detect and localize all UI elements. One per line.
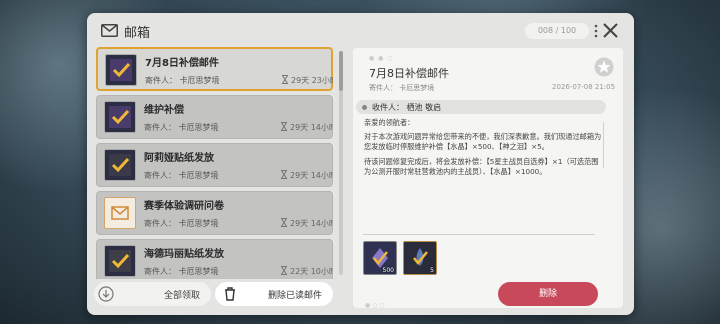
hourglass-icon bbox=[281, 218, 287, 227]
mail-item-time: 22天 10小时 bbox=[290, 267, 333, 276]
delete-button[interactable]: 删除 bbox=[498, 282, 598, 306]
reward-check-icon bbox=[104, 149, 136, 181]
mail-item-0[interactable]: 7月8日补偿邮件 寄件人： 卡厄思梦境 29天 23小时 bbox=[96, 47, 333, 91]
mail-item-2[interactable]: 阿莉娅贴纸发放 寄件人： 卡厄思梦境 29天 14小时 bbox=[96, 143, 333, 187]
mail-list: 7月8日补偿邮件 寄件人： 卡厄思梦境 29天 23小时 维护补偿 寄件人： 卡… bbox=[96, 47, 333, 279]
bullet-icon bbox=[362, 105, 367, 110]
mail-item-sender: 寄件人： 卡厄思梦境 bbox=[144, 123, 219, 132]
detail-divider bbox=[603, 122, 604, 168]
mail-item-title: 海德玛丽贴纸发放 bbox=[144, 249, 224, 260]
decor-dots: ● ● ○ bbox=[369, 55, 394, 62]
mail-icon bbox=[101, 24, 118, 37]
decor-dots: ● ○ ○ bbox=[365, 302, 385, 309]
detail-sender: 寄件人： 卡厄思梦境 bbox=[369, 84, 435, 92]
delete-read-button[interactable]: 删除已读邮件 bbox=[215, 282, 333, 306]
close-icon[interactable] bbox=[602, 22, 619, 39]
recipient-bar: 收件人： 栖池 敬启 bbox=[356, 100, 606, 114]
delete-read-label: 删除已读邮件 bbox=[268, 291, 323, 301]
reward-check-icon bbox=[104, 101, 136, 133]
download-icon bbox=[98, 286, 114, 302]
claim-all-button[interactable]: 全部领取 bbox=[94, 282, 211, 306]
mail-item-title: 维护补偿 bbox=[144, 105, 184, 116]
mail-item-sender: 寄件人： 卡厄思梦境 bbox=[144, 219, 219, 228]
attachments-divider bbox=[363, 234, 595, 235]
mail-body: 亲爱的领航者： 对于本次游戏问题异常给您带来的不便，我们深表歉意。我们现通过邮箱… bbox=[364, 118, 602, 181]
tear-reward-icon[interactable]: 5 bbox=[403, 241, 437, 275]
hourglass-icon bbox=[282, 75, 288, 84]
body-paragraph-1: 对于本次游戏问题异常给您带来的不便，我们深表歉意。我们现通过邮箱为您发放临时停服… bbox=[364, 132, 602, 152]
attachment-count: 500 bbox=[382, 267, 394, 274]
mail-item-title: 7月8日补偿邮件 bbox=[145, 58, 219, 69]
mail-item-time: 29天 23小时 bbox=[291, 76, 333, 85]
mail-item-sender: 寄件人： 卡厄思梦境 bbox=[144, 267, 219, 276]
reward-check-icon bbox=[104, 245, 136, 277]
detail-title: 7月8日补偿邮件 bbox=[369, 67, 449, 80]
mail-item-title: 赛季体验调研问卷 bbox=[144, 201, 224, 212]
mailbox-header: 邮箱 008 / 100 bbox=[87, 13, 634, 47]
mail-count: 008 / 100 bbox=[525, 23, 589, 39]
crystal-reward-icon[interactable]: 500 bbox=[363, 241, 397, 275]
mail-item-1[interactable]: 维护补偿 寄件人： 卡厄思梦境 29天 14小时 bbox=[96, 95, 333, 139]
body-greeting: 亲爱的领航者： bbox=[364, 118, 415, 127]
mail-item-time: 29天 14小时 bbox=[290, 219, 333, 228]
mail-item-title: 阿莉娅贴纸发放 bbox=[144, 153, 214, 164]
trash-icon bbox=[225, 287, 235, 301]
hourglass-icon bbox=[281, 122, 287, 131]
mail-item-sender: 寄件人： 卡厄思梦境 bbox=[145, 76, 220, 85]
mail-item-time: 29天 14小时 bbox=[290, 171, 333, 180]
mailbox-panel: 邮箱 008 / 100 7月8日补偿邮件 寄件人： 卡厄思梦境 29天 23小… bbox=[87, 13, 634, 315]
mail-detail: ● ● ○ 7月8日补偿邮件 寄件人： 卡厄思梦境 2026-07-08 21:… bbox=[353, 48, 623, 309]
mail-item-3[interactable]: 赛季体验调研问卷 寄件人： 卡厄思梦境 29天 14小时 bbox=[96, 191, 333, 235]
scrollbar-thumb[interactable] bbox=[339, 51, 343, 91]
star-icon[interactable] bbox=[594, 57, 614, 77]
mail-list-scrollbar[interactable] bbox=[339, 51, 343, 275]
envelope-icon bbox=[104, 197, 136, 229]
mail-item-4[interactable]: 海德玛丽贴纸发放 寄件人： 卡厄思梦境 22天 10小时 bbox=[96, 239, 333, 279]
reward-check-icon bbox=[105, 54, 137, 86]
claim-all-label: 全部领取 bbox=[164, 291, 201, 301]
recipient: 收件人： 栖池 敬启 bbox=[372, 103, 442, 112]
hourglass-icon bbox=[281, 266, 287, 275]
detail-date: 2026-07-08 21:05 bbox=[552, 83, 616, 91]
body-paragraph-2: 待该问题修复完成后，将会发放补偿：【5星主战员自选券】×1（可选范围为公测开服时… bbox=[364, 156, 599, 176]
mail-item-time: 29天 14小时 bbox=[290, 123, 333, 132]
mailbox-title: 邮箱 bbox=[124, 26, 151, 41]
hourglass-icon bbox=[281, 170, 287, 179]
more-vertical-icon[interactable] bbox=[593, 23, 599, 39]
mail-item-sender: 寄件人： 卡厄思梦境 bbox=[144, 171, 219, 180]
attachment-count: 5 bbox=[430, 267, 434, 274]
